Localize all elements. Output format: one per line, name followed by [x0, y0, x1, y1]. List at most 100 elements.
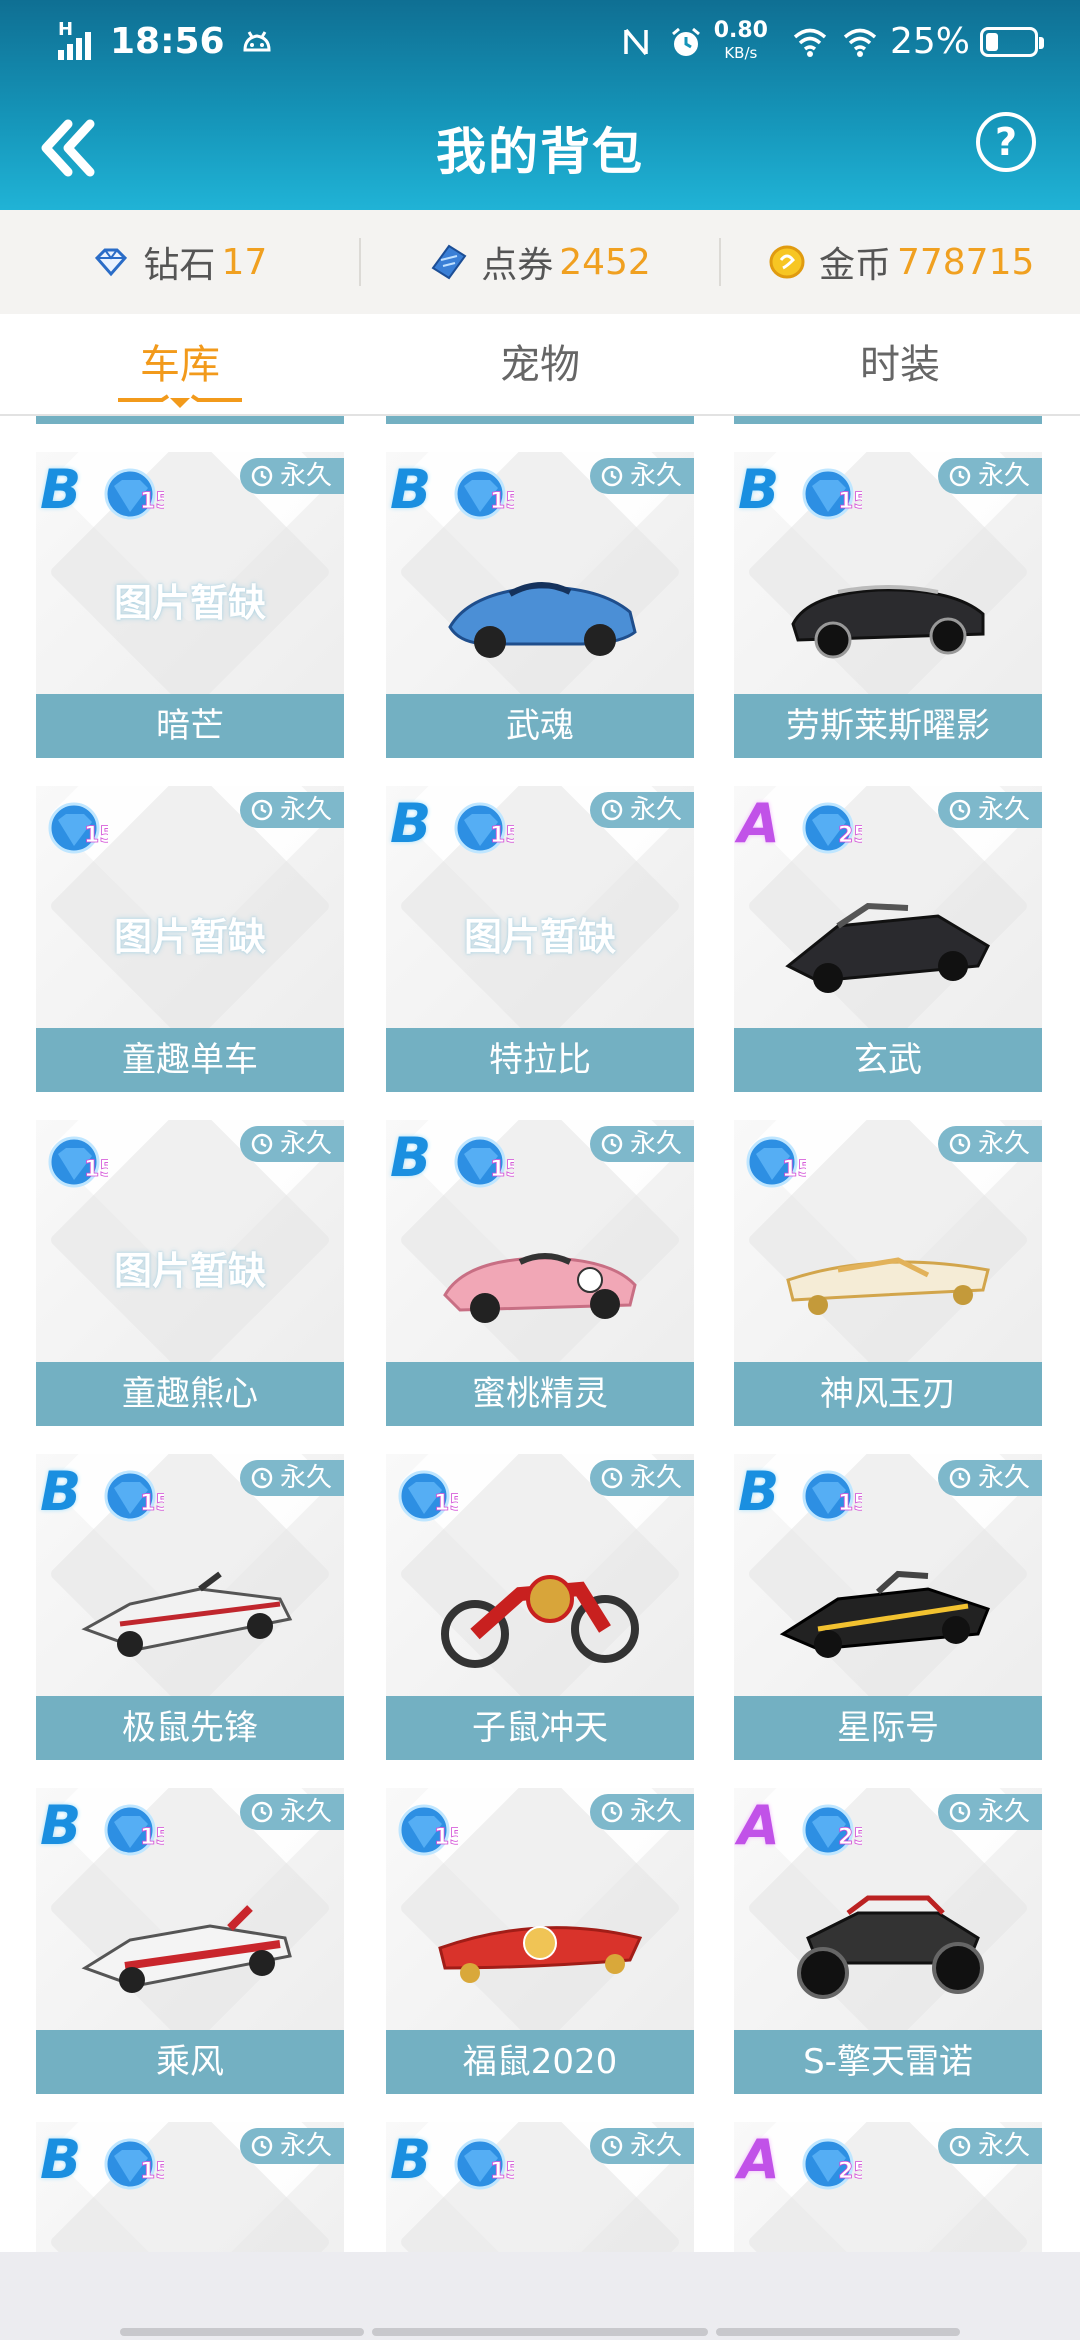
level-number: 25 — [838, 2159, 862, 2184]
inventory-item-card[interactable]: B 15 永久 星际号 — [734, 1454, 1042, 1760]
duration-tag: 永久 — [589, 1460, 694, 1496]
tab-fashion[interactable]: 时装 — [720, 332, 1080, 390]
item-name-label: 极鼠先锋 — [36, 1696, 344, 1760]
currency-amount: 778715 — [896, 241, 1035, 283]
car-image — [797, 1895, 984, 1999]
duration-label: 永久 — [977, 795, 1030, 825]
inventory-item-card[interactable]: B 15 永久 极鼠先锋 — [36, 1454, 344, 1760]
item-name-label: 特拉比 — [386, 1028, 694, 1092]
image-missing-placeholder: 图片暂缺 — [113, 581, 266, 625]
level-badge-icon: 15 — [454, 802, 514, 854]
wifi-1-icon — [793, 28, 827, 57]
nav-handle[interactable] — [372, 2328, 708, 2336]
currency-bar: 钻石 17 点券 2452 金币 778715 — [0, 210, 1080, 314]
level-badge-icon: 15 — [48, 802, 108, 854]
level-number: 15 — [490, 2159, 514, 2184]
inventory-item-card[interactable]: B 15 永久 — [386, 2122, 694, 2252]
duration-label: 永久 — [977, 1797, 1030, 1827]
rank-badge: A — [738, 792, 780, 855]
item-name-label: 玄武 — [734, 1028, 1042, 1092]
rank-badge: B — [40, 458, 82, 521]
help-button[interactable]: ? — [976, 112, 1036, 172]
item-name-label: 神风玉刃 — [734, 1362, 1042, 1426]
item-name-label: 童趣单车 — [36, 1028, 344, 1092]
diamond-icon — [95, 248, 128, 277]
level-badge-icon: 15 — [398, 1804, 458, 1856]
level-badge-icon: 15 — [104, 2138, 164, 2190]
inventory-item-card[interactable]: B 15 永久 蜜桃精灵 — [386, 1120, 694, 1426]
currency-amount: 17 — [221, 241, 268, 283]
level-number: 15 — [838, 489, 862, 514]
rank-badge: B — [40, 1794, 82, 1857]
status-left: H 18:56 — [58, 14, 275, 70]
duration-tag: 永久 — [937, 1460, 1042, 1496]
gold-coin-icon — [769, 245, 805, 279]
inventory-item-card[interactable]: 15 永久 子鼠冲天 — [386, 1454, 694, 1760]
duration-tag: 永久 — [589, 2128, 694, 2164]
inventory-item-card[interactable]: 15 永久 图片暂缺 童趣单车 — [36, 786, 344, 1092]
inventory-item-card[interactable]: B 15 永久 — [36, 2122, 344, 2252]
duration-label: 永久 — [977, 1463, 1030, 1493]
backpack-screen: H 18:56 0.80 KB/s 25% 我的背包 ? 钻石 17 点券 24… — [0, 0, 1080, 2340]
duration-tag: 永久 — [937, 2128, 1042, 2164]
item-grid: B 15 永久 图片暂缺 暗芒 B 15 永久 武魂 B 15 永久 劳斯莱斯曜影 15 永久 图片暂缺 童趣单… — [0, 416, 1080, 2252]
nav-handle[interactable] — [120, 2328, 364, 2336]
level-number: 15 — [434, 1825, 458, 1850]
inventory-item-card[interactable]: B 15 永久 图片暂缺 特拉比 — [386, 786, 694, 1092]
image-missing-placeholder: 图片暂缺 — [113, 1249, 266, 1293]
duration-label: 永久 — [629, 2131, 682, 2161]
inventory-item-card[interactable]: A 25 永久 S-擎天雷诺 — [734, 1788, 1042, 2094]
level-badge-icon: 15 — [104, 468, 164, 520]
nav-handle[interactable] — [716, 2328, 960, 2336]
item-name-label: 福鼠2020 — [386, 2030, 694, 2094]
inventory-item-card[interactable]: A 25 永久 — [734, 2122, 1042, 2252]
header: H 18:56 0.80 KB/s 25% 我的背包 ? — [0, 0, 1080, 210]
inventory-item-card[interactable]: B 15 永久图片暂缺暗芒 — [36, 452, 344, 758]
rank-badge: B — [40, 1460, 82, 1523]
item-name-label: 蜜桃精灵 — [386, 1362, 694, 1426]
clock-icon — [949, 2135, 971, 2157]
duration-label: 永久 — [977, 1129, 1030, 1159]
car-image — [786, 1257, 990, 1315]
duration-tag: 永久 — [589, 1126, 694, 1162]
clock-icon — [251, 1133, 273, 1155]
tab-garage[interactable]: 车库 — [0, 332, 360, 390]
currency-name: 钻石 — [143, 245, 216, 286]
inventory-item-card[interactable]: B 15 永久 武魂 — [386, 452, 694, 758]
rank-badge: B — [390, 458, 432, 521]
game-mode-icon — [243, 31, 271, 52]
duration-tag: 永久 — [239, 458, 344, 494]
inventory-item-card[interactable]: 15 永久 福鼠2020 — [386, 1788, 694, 2094]
inventory-item-card[interactable]: 15 永久神风玉刃 — [734, 1120, 1042, 1426]
rank-badge: B — [40, 2128, 82, 2191]
rank-badge: B — [390, 792, 432, 855]
duration-label: 永久 — [977, 2131, 1030, 2161]
wifi-2-icon — [843, 28, 877, 57]
system-nav-bar — [0, 2252, 1080, 2340]
image-missing-placeholder: 图片暂缺 — [463, 915, 616, 959]
item-name-label: 劳斯莱斯曜影 — [734, 694, 1042, 758]
item-name-label: 暗芒 — [36, 694, 344, 758]
rank-badge: B — [390, 1126, 432, 1189]
inventory-item-card[interactable]: B 15 永久 劳斯莱斯曜影 — [734, 452, 1042, 758]
inventory-item-card[interactable]: 15 永久 图片暂缺 童趣熊心 — [36, 1120, 344, 1426]
currency-name: 金币 — [818, 245, 891, 286]
inventory-item-card[interactable]: B 15 永久 乘风 — [36, 1788, 344, 2094]
level-number: 15 — [782, 1157, 806, 1182]
duration-tag: 永久 — [937, 458, 1042, 494]
clock-icon — [949, 465, 971, 487]
level-badge-icon: 15 — [104, 1470, 164, 1522]
duration-tag: 永久 — [239, 2128, 344, 2164]
currency-diamond: 钻石 17 — [0, 236, 359, 288]
duration-tag: 永久 — [937, 1794, 1042, 1830]
duration-tag: 永久 — [239, 792, 344, 828]
car-image — [785, 902, 990, 993]
tab-pets[interactable]: 宠物 — [360, 332, 720, 390]
inventory-item-card[interactable]: A 25 永久 玄武 — [734, 786, 1042, 1092]
level-number: 15 — [140, 1825, 164, 1850]
duration-tag: 永久 — [937, 792, 1042, 828]
car-image — [81, 1905, 292, 1993]
car-image — [778, 2202, 998, 2252]
previous-row-edge — [386, 416, 694, 424]
car-image — [81, 1571, 293, 1657]
